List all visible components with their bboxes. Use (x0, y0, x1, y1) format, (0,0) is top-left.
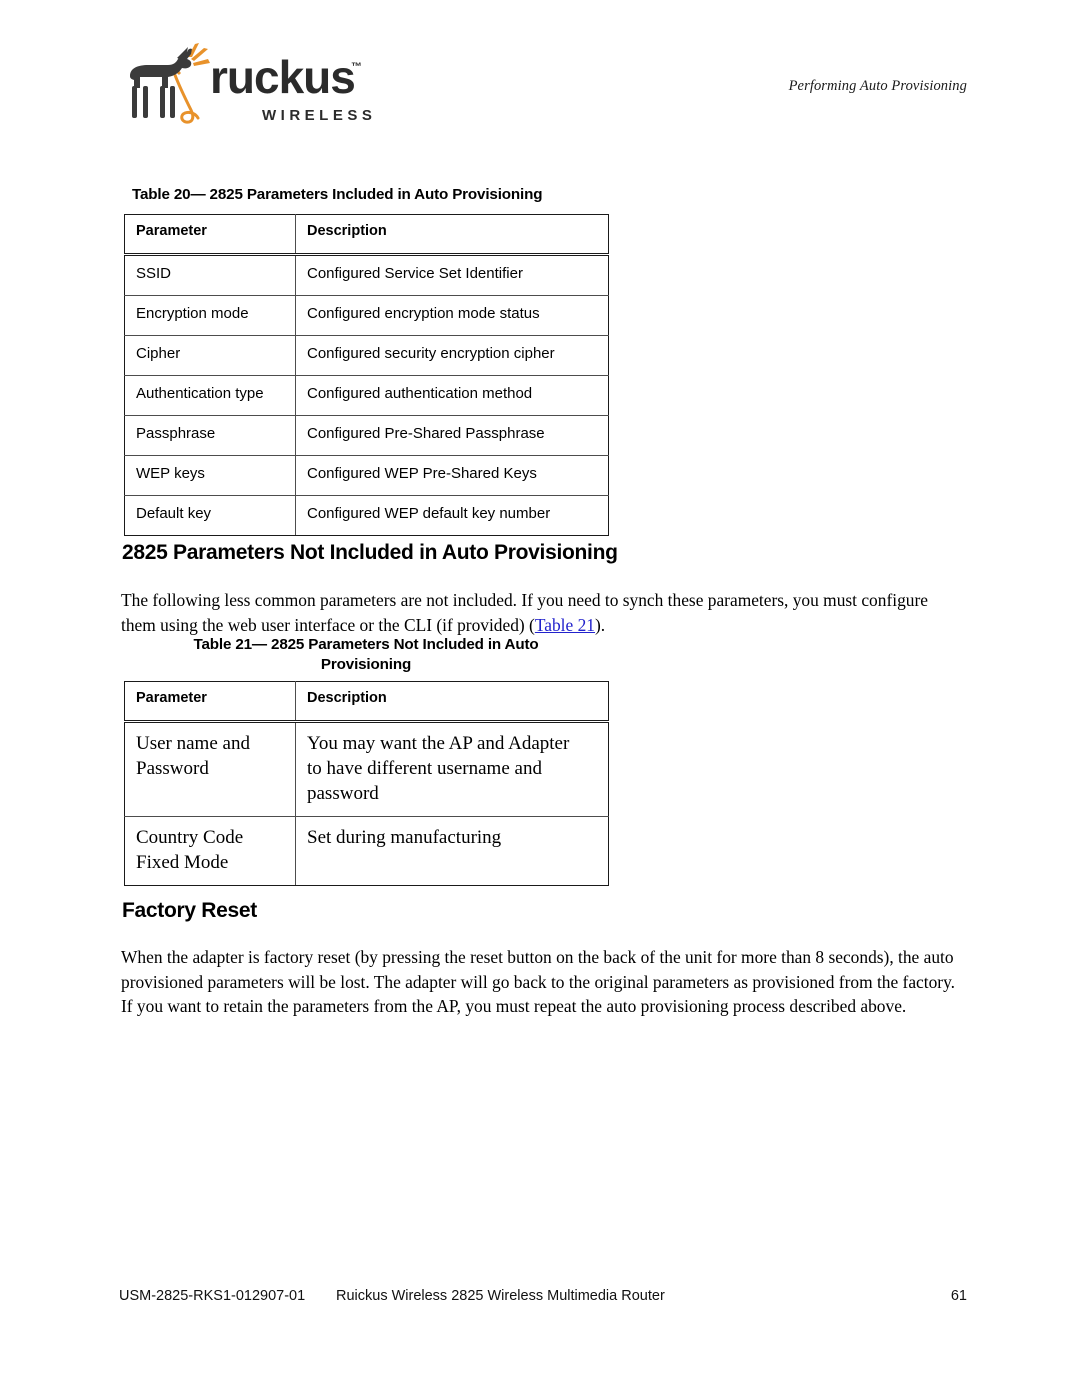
paragraph-parameters-not-included: The following less common parameters are… (121, 588, 959, 637)
page-footer: USM-2825-RKS1-012907-01 Ruickus Wireless… (0, 1288, 1080, 1318)
ruckus-wireless-logo: ruckus ™ WIRELESS (118, 38, 380, 136)
paragraph-text-part2: ). (594, 614, 606, 635)
cell-description: Configured Service Set Identifier (295, 254, 609, 296)
table-row: Default key Configured WEP default key n… (124, 495, 609, 536)
column-header-description: Description (295, 681, 609, 723)
table-row: SSID Configured Service Set Identifier (124, 254, 609, 296)
paragraph-text-part1: The following less common parameters are… (121, 590, 928, 635)
table-row: User name and Password You may want the … (124, 721, 609, 817)
cell-text-line: Set during manufacturing (307, 827, 502, 848)
logo-wordmark: ruckus (210, 51, 355, 103)
cell-description: You may want the AP and Adapter to have … (295, 721, 609, 817)
cell-parameter: Default key (124, 495, 296, 536)
cell-description: Configured WEP Pre-Shared Keys (295, 455, 609, 496)
cell-text-line: Fixed Mode (136, 852, 229, 873)
leash-cord-icon (173, 73, 200, 124)
cell-parameter: WEP keys (124, 455, 296, 496)
cell-description: Configured WEP default key number (295, 495, 609, 536)
table-20-parameters-included: Parameter Description SSID Configured Se… (124, 214, 609, 536)
logo-trademark: ™ (351, 61, 362, 73)
table-header-row: Parameter Description (124, 214, 609, 256)
table-21-caption-line2: Provisioning (320, 656, 412, 673)
cell-description: Set during manufacturing (295, 816, 609, 886)
link-table-21[interactable]: Table 21 (535, 615, 595, 635)
cell-text-line: to have different username and (307, 758, 542, 779)
column-header-parameter: Parameter (124, 681, 296, 723)
dog-icon (130, 47, 192, 118)
cell-parameter: Cipher (124, 335, 296, 376)
table-row: Passphrase Configured Pre-Shared Passphr… (124, 415, 609, 456)
table-20-caption: Table 20— 2825 Parameters Included in Au… (132, 186, 543, 203)
table-21-caption: Table 21— 2825 Parameters Not Included i… (124, 635, 608, 675)
cell-parameter: Passphrase (124, 415, 296, 456)
footer-page-number: 61 (950, 1288, 967, 1304)
section-heading-parameters-not-included: 2825 Parameters Not Included in Auto Pro… (122, 541, 618, 564)
cell-parameter: Encryption mode (124, 295, 296, 336)
cell-description: Configured encryption mode status (295, 295, 609, 336)
logo-subtext: WIRELESS (262, 107, 376, 124)
cell-description: Configured authentication method (295, 375, 609, 416)
table-row: Authentication type Configured authentic… (124, 375, 609, 416)
cell-text-line: Country Code (136, 827, 244, 848)
column-header-description: Description (295, 214, 609, 256)
footer-document-title: Ruickus Wireless 2825 Wireless Multimedi… (336, 1288, 665, 1304)
cell-parameter: SSID (124, 254, 296, 296)
table-row: Encryption mode Configured encryption mo… (124, 295, 609, 336)
column-header-parameter: Parameter (124, 214, 296, 256)
cell-description: Configured security encryption cipher (295, 335, 609, 376)
cell-parameter: User name and Password (124, 721, 296, 817)
cell-parameter: Authentication type (124, 375, 296, 416)
table-header-row: Parameter Description (124, 681, 609, 723)
table-row: WEP keys Configured WEP Pre-Shared Keys (124, 455, 609, 496)
table-row: Cipher Configured security encryption ci… (124, 335, 609, 376)
table-row: Country Code Fixed Mode Set during manuf… (124, 816, 609, 886)
section-heading-factory-reset: Factory Reset (122, 899, 257, 922)
table-21-parameters-not-included: Parameter Description User name and Pass… (124, 681, 609, 886)
cell-parameter: Country Code Fixed Mode (124, 816, 296, 886)
cell-text-line: password (307, 783, 379, 804)
footer-document-number: USM-2825-RKS1-012907-01 (119, 1288, 306, 1304)
bark-lines-icon (188, 43, 210, 66)
cell-text-line: User name and (136, 733, 250, 754)
cell-text-line: Password (136, 758, 209, 779)
page-header: ruckus ™ WIRELESS Performing Auto Provis… (0, 0, 1080, 150)
paragraph-factory-reset: When the adapter is factory reset (by pr… (121, 947, 956, 1017)
table-21-caption-line1: Table 21— 2825 Parameters Not Included i… (193, 636, 539, 653)
cell-text-line: You may want the AP and Adapter (307, 733, 570, 754)
cell-description: Configured Pre-Shared Passphrase (295, 415, 609, 456)
running-head: Performing Auto Provisioning (788, 78, 967, 94)
